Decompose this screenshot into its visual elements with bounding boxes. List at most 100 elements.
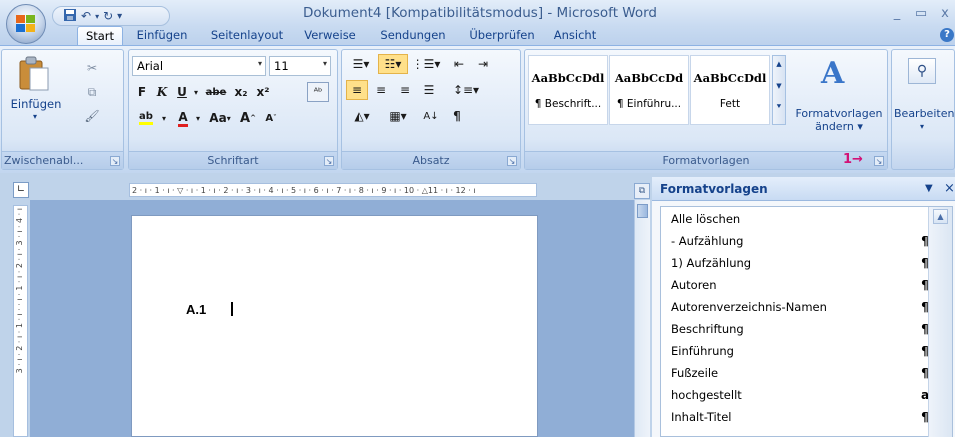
clear-formatting-icon[interactable]: ᴬᵇ bbox=[307, 82, 329, 102]
chevron-down-icon: ▾ bbox=[226, 113, 231, 123]
restore-button[interactable]: ▭ bbox=[912, 6, 930, 22]
redo-icon[interactable]: ↻ bbox=[103, 9, 113, 23]
align-left-icon[interactable]: ≡ bbox=[346, 80, 368, 100]
superscript-button[interactable]: x² bbox=[253, 82, 273, 102]
style-list-item[interactable]: Autorenverzeichnis-Namen bbox=[671, 297, 827, 317]
style-gallery-item[interactable]: AaBbCcDd ¶ Einführu... bbox=[609, 55, 689, 125]
font-dialog-launcher[interactable]: ↘ bbox=[324, 156, 334, 166]
numbering-icon[interactable]: ☷▾ bbox=[378, 54, 408, 74]
style-list-item[interactable]: 1) Aufzählung bbox=[671, 253, 751, 273]
style-list-item[interactable]: Beschriftung bbox=[671, 319, 744, 339]
styles-list[interactable]: Alle löschen - Aufzählung ¶ 1) Aufzählun… bbox=[660, 206, 953, 437]
strikethrough-button[interactable]: abe bbox=[203, 82, 229, 102]
scroll-thumb[interactable] bbox=[637, 204, 648, 218]
show-formatting-marks-icon[interactable]: ¶ bbox=[446, 106, 468, 126]
document-page[interactable] bbox=[131, 215, 538, 437]
font-size-combo[interactable]: 11 ▾ bbox=[269, 56, 331, 76]
document-scrollbar[interactable] bbox=[634, 200, 650, 437]
styles-group: AaBbCcDdl ¶ Beschrift... AaBbCcDd ¶ Einf… bbox=[524, 49, 888, 170]
text-cursor bbox=[231, 302, 233, 316]
tab-start[interactable]: Start bbox=[77, 26, 123, 46]
chevron-down-icon[interactable]: ▼ bbox=[773, 82, 785, 90]
font-color-dropdown-icon[interactable]: ▾ bbox=[193, 108, 203, 128]
chevron-up-icon[interactable]: ▲ bbox=[773, 60, 785, 68]
close-button[interactable]: x bbox=[936, 6, 954, 22]
cut-icon[interactable]: ✂ bbox=[82, 58, 102, 78]
styles-list-scrollbar[interactable]: ▲ bbox=[928, 207, 952, 437]
font-group-label: Schriftart bbox=[129, 151, 337, 169]
style-list-item[interactable]: - Aufzählung bbox=[671, 231, 743, 251]
pane-close-icon[interactable]: × bbox=[944, 181, 955, 196]
chevron-up-icon[interactable]: ▲ bbox=[933, 209, 948, 224]
justify-icon[interactable]: ☰ bbox=[418, 80, 440, 100]
pane-icon[interactable]: ⧉ bbox=[634, 183, 650, 199]
change-case-button[interactable]: Aa ▾ bbox=[207, 108, 233, 128]
italic-button[interactable]: K bbox=[153, 82, 171, 102]
tab-ansicht[interactable]: Ansicht bbox=[545, 26, 605, 46]
change-styles-label-2: ändern ▾ bbox=[815, 120, 863, 133]
subscript-button[interactable]: x₂ bbox=[231, 82, 251, 102]
highlight-color-button[interactable]: ab bbox=[133, 108, 159, 128]
tab-seitenlayout[interactable]: Seitenlayout bbox=[201, 26, 293, 46]
customize-qat-icon[interactable]: ▾ bbox=[117, 11, 122, 22]
align-right-icon[interactable]: ≡ bbox=[394, 80, 416, 100]
increase-indent-icon[interactable]: ⇥ bbox=[472, 54, 494, 74]
style-name: ¶ Beschrift... bbox=[534, 98, 602, 110]
style-sample: AaBbCcDdl bbox=[531, 71, 605, 85]
font-color-button[interactable]: A bbox=[173, 108, 193, 128]
bullets-icon[interactable]: ☰▾ bbox=[346, 54, 376, 74]
tab-ueberpruefen[interactable]: Überprüfen bbox=[459, 26, 545, 46]
tab-sendungen[interactable]: Sendungen bbox=[367, 26, 459, 46]
tab-selector[interactable]: ∟ bbox=[13, 182, 29, 198]
editing-button[interactable]: ⚲ Bearbeiten ▾ bbox=[894, 52, 955, 132]
underline-button[interactable]: U bbox=[173, 82, 191, 102]
save-icon[interactable] bbox=[63, 8, 77, 25]
tab-einfuegen[interactable]: Einfügen bbox=[123, 26, 201, 46]
vertical-ruler[interactable]: 3 · ı · 2 · ı · 1 · ı · · ı · 1 · ı · 2 … bbox=[13, 205, 28, 437]
align-center-icon[interactable]: ≡ bbox=[370, 80, 392, 100]
clipboard-dialog-launcher[interactable]: ↘ bbox=[110, 156, 120, 166]
line-spacing-icon[interactable]: ↕≡▾ bbox=[452, 80, 480, 100]
undo-icon[interactable]: ↶ bbox=[81, 9, 91, 23]
style-list-item[interactable]: Inhalt-Titel bbox=[671, 407, 731, 427]
paste-button[interactable]: Einfügen ▾ bbox=[10, 54, 61, 128]
styles-pane-title-text: Formatvorlagen bbox=[660, 182, 768, 196]
borders-icon[interactable]: ▦▾ bbox=[382, 106, 414, 126]
style-gallery-scroller[interactable]: ▲ ▼ ⯆ bbox=[772, 55, 786, 125]
undo-dropdown-icon[interactable]: ▾ bbox=[95, 12, 99, 21]
style-list-item[interactable]: Alle löschen bbox=[671, 209, 740, 229]
style-list-item[interactable]: Einführung bbox=[671, 341, 734, 361]
decrease-indent-icon[interactable]: ⇤ bbox=[448, 54, 470, 74]
multilevel-list-icon[interactable]: ⋮☰▾ bbox=[410, 54, 442, 74]
more-styles-icon[interactable]: ⯆ bbox=[773, 102, 785, 112]
grow-font-button[interactable]: A ^ bbox=[237, 108, 259, 128]
style-sample: AaBbCcDd bbox=[614, 71, 684, 85]
minimize-button[interactable]: _ bbox=[888, 6, 906, 22]
shrink-font-label: A bbox=[265, 112, 274, 124]
shrink-font-button[interactable]: Aˇ bbox=[261, 108, 281, 128]
document-heading[interactable]: A.1 bbox=[186, 302, 206, 317]
style-gallery-item[interactable]: AaBbCcDdl Fett bbox=[690, 55, 770, 125]
styles-dialog-launcher[interactable]: ↘ bbox=[874, 156, 884, 166]
style-gallery-item[interactable]: AaBbCcDdl ¶ Beschrift... bbox=[528, 55, 608, 125]
style-list-item[interactable]: Fußzeile bbox=[671, 363, 718, 383]
annotation-marker: 1→ bbox=[843, 152, 863, 167]
pane-options-icon[interactable]: ▼ bbox=[925, 183, 933, 194]
font-family-combo[interactable]: Arial ▾ bbox=[132, 56, 266, 76]
bold-button[interactable]: F bbox=[133, 82, 151, 102]
office-button[interactable] bbox=[6, 4, 46, 44]
shading-icon[interactable]: ◭▾ bbox=[346, 106, 378, 126]
copy-icon[interactable]: ⧉ bbox=[82, 82, 102, 102]
format-painter-icon[interactable]: 🖌 bbox=[82, 106, 102, 126]
change-styles-button[interactable]: A Formatvorlagen ändern ▾ bbox=[789, 52, 889, 134]
horizontal-ruler[interactable]: 2 · ı · 1 · ı · ▽ · ı · 1 · ı · 2 · ı · … bbox=[129, 183, 537, 197]
chevron-down-icon: ▾ bbox=[322, 59, 327, 68]
style-list-item[interactable]: Autoren bbox=[671, 275, 717, 295]
sort-icon[interactable]: A↓ bbox=[420, 106, 442, 126]
style-list-item[interactable]: hochgestellt bbox=[671, 385, 742, 405]
underline-dropdown-icon[interactable]: ▾ bbox=[191, 82, 201, 102]
highlight-dropdown-icon[interactable]: ▾ bbox=[159, 108, 169, 128]
paragraph-dialog-launcher[interactable]: ↘ bbox=[507, 156, 517, 166]
tab-verweise[interactable]: Verweise bbox=[293, 26, 367, 46]
help-icon[interactable]: ? bbox=[940, 28, 954, 42]
